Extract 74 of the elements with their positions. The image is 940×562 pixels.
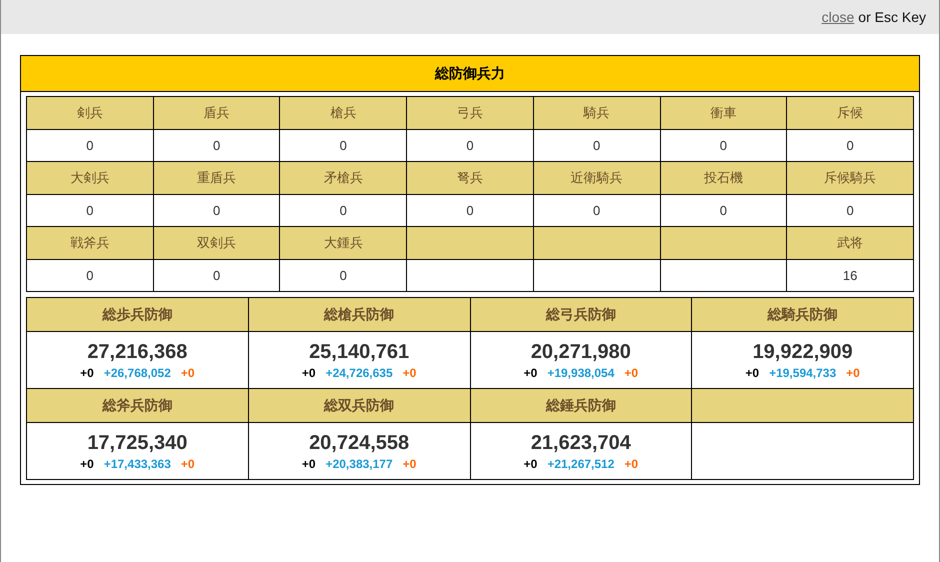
bonus-value: +26,768,052 bbox=[104, 366, 171, 380]
unit-count: 0 bbox=[280, 194, 407, 226]
unit-count: 0 bbox=[26, 130, 154, 162]
bonus-value: +0 bbox=[180, 366, 195, 380]
unit-header: 弓兵 bbox=[406, 96, 534, 130]
bonus-value: +0 bbox=[80, 456, 94, 470]
unit-header: 戦斧兵 bbox=[26, 226, 154, 260]
bonus-value: +0 bbox=[524, 366, 538, 380]
unit-header: 武将 bbox=[786, 226, 914, 260]
bonus-value: +0 bbox=[180, 456, 195, 470]
bonus-value: +21,267,512 bbox=[547, 456, 614, 470]
esc-hint: or Esc Key bbox=[858, 9, 926, 25]
panel-title: 総防御兵力 bbox=[21, 56, 919, 92]
defense-total: 17,725,340 bbox=[86, 432, 188, 454]
unit-header: 盾兵 bbox=[153, 96, 280, 130]
defense-total: 20,724,558 bbox=[308, 432, 410, 454]
defense-header: 総弓兵防御 bbox=[470, 298, 692, 332]
unit-header: 斥候 bbox=[786, 96, 914, 130]
defense-header: 総槍兵防御 bbox=[248, 298, 470, 332]
unit-count: 0 bbox=[786, 130, 914, 162]
unit-count: 0 bbox=[660, 130, 787, 162]
unit-header: 槍兵 bbox=[280, 96, 407, 130]
unit-count: 0 bbox=[26, 194, 154, 226]
defense-total: 27,216,368 bbox=[86, 340, 188, 362]
bonus-value: +0 bbox=[524, 456, 538, 470]
unit-header: 大鍾兵 bbox=[280, 226, 407, 260]
bonus-value: +0 bbox=[624, 456, 638, 470]
unit-count: 0 bbox=[153, 194, 280, 226]
bonus-value: +0 bbox=[80, 366, 94, 380]
defense-total: 25,140,761 bbox=[308, 340, 410, 362]
unit-header: 近衛騎兵 bbox=[533, 162, 660, 194]
unit-header: 矛槍兵 bbox=[280, 162, 407, 194]
defense-header: 総双兵防御 bbox=[248, 388, 470, 422]
unit-header: 斥候騎兵 bbox=[786, 162, 914, 194]
unit-count: 0 bbox=[153, 260, 280, 292]
unit-header: 双剣兵 bbox=[153, 226, 280, 260]
unit-count: 0 bbox=[406, 130, 534, 162]
bonus-value: +19,938,054 bbox=[547, 366, 614, 380]
defense-total: 20,271,980 bbox=[530, 340, 632, 362]
bonus-value: +0 bbox=[302, 366, 316, 380]
unit-header: 弩兵 bbox=[406, 162, 534, 194]
bonus-value: +0 bbox=[402, 366, 416, 380]
defense-total: 21,623,704 bbox=[530, 432, 632, 454]
defense-header: 総歩兵防御 bbox=[26, 298, 248, 332]
unit-count: 0 bbox=[533, 194, 660, 226]
unit-count: 0 bbox=[280, 260, 407, 292]
bonus-value: +0 bbox=[745, 366, 760, 380]
unit-header: 大剣兵 bbox=[26, 162, 154, 194]
unit-count: 0 bbox=[660, 194, 787, 226]
bonus-value: +20,383,177 bbox=[326, 456, 393, 470]
unit-header: 剣兵 bbox=[26, 96, 154, 130]
defense-header: 総錘兵防御 bbox=[470, 388, 692, 422]
unit-header: 重盾兵 bbox=[153, 162, 280, 194]
unit-count: 0 bbox=[280, 130, 407, 162]
defense-header: 総騎兵防御 bbox=[692, 298, 914, 332]
unit-count: 0 bbox=[786, 194, 914, 226]
bonus-value: +24,726,635 bbox=[326, 366, 393, 380]
bonus-value: +17,433,363 bbox=[104, 456, 171, 470]
unit-header: 衝車 bbox=[660, 96, 787, 130]
unit-count: 16 bbox=[786, 260, 914, 292]
bonus-value: +19,594,733 bbox=[769, 366, 836, 380]
unit-header: 騎兵 bbox=[533, 96, 660, 130]
close-link[interactable]: close bbox=[822, 9, 854, 25]
bonus-value: +0 bbox=[402, 456, 416, 470]
unit-count: 0 bbox=[533, 130, 660, 162]
unit-count: 0 bbox=[26, 260, 154, 292]
unit-header: 投石機 bbox=[660, 162, 787, 194]
unit-count: 0 bbox=[153, 130, 280, 162]
bonus-value: +0 bbox=[846, 366, 860, 380]
unit-count: 0 bbox=[406, 194, 534, 226]
defense-header: 総斧兵防御 bbox=[26, 388, 248, 422]
bonus-value: +0 bbox=[624, 366, 638, 380]
bonus-value: +0 bbox=[302, 456, 316, 470]
defense-total: 19,922,909 bbox=[752, 340, 854, 362]
